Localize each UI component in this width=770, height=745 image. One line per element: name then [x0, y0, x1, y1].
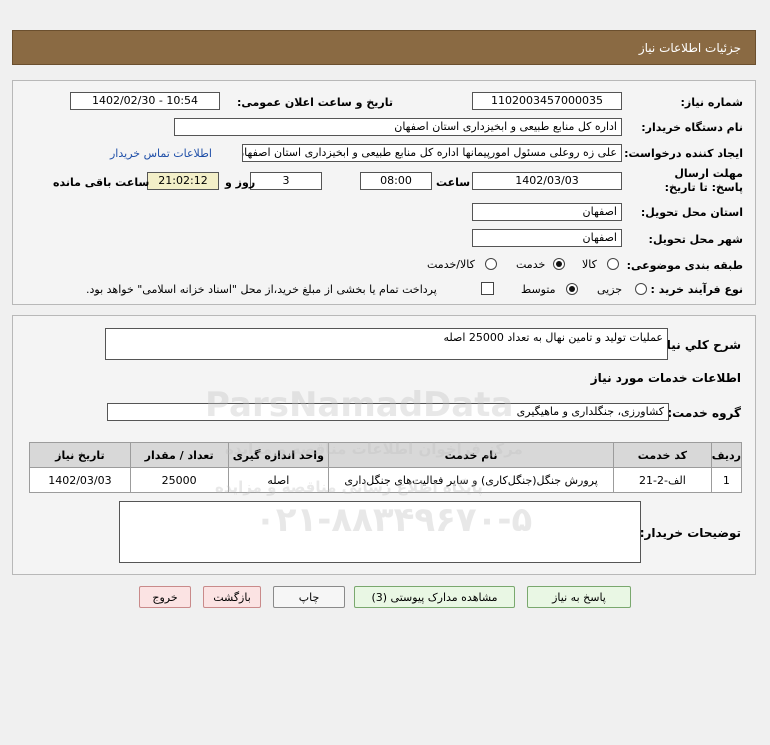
service-group-label: گروه خدمت: — [667, 406, 741, 420]
category-service-radio[interactable] — [553, 258, 565, 270]
reply-to-need-button[interactable]: پاسخ به نیاز — [527, 586, 631, 608]
col-unit: واحد اندازه گیری — [227, 442, 330, 468]
cell-quantity: 25000 — [129, 467, 229, 493]
cell-unit: اصله — [227, 467, 330, 493]
time-label: ساعت — [436, 176, 471, 189]
buyer-notes-field — [119, 501, 641, 563]
province-label: استان محل تحویل: — [640, 206, 743, 219]
remaining-time-field: 21:02:12 — [147, 172, 219, 190]
contact-info-link[interactable]: اطلاعات تماس خریدار — [110, 147, 212, 160]
col-row-number: ردیف — [710, 442, 743, 468]
service-details-panel: شرح کلي نياز: عملیات تولید و تامین نهال … — [12, 315, 756, 575]
process-minor-radio[interactable] — [635, 283, 647, 295]
table-row: 1 الف-2-21 پرورش جنگل(جنگل‌کاری) و سایر … — [29, 467, 743, 493]
deadline-time-field: 08:00 — [360, 172, 432, 190]
city-field: اصفهان — [472, 229, 622, 247]
col-need-date: تاریخ نیاز — [29, 442, 131, 468]
announce-datetime-field: 1402/02/30 - 10:54 — [70, 92, 220, 110]
table-header-row: ردیف کد خدمت نام خدمت واحد اندازه گیری ت… — [29, 442, 743, 468]
process-type-label: نوع فرآیند خرید : — [650, 283, 743, 296]
buyer-notes-label: توضیحات خریدار: — [639, 526, 741, 540]
need-info-panel: شماره نیاز: 1102003457000035 تاریخ و ساع… — [12, 80, 756, 305]
requester-field: علی زه روعلی مسئول امورپیمانها اداره کل … — [242, 144, 622, 162]
view-attachments-button[interactable]: مشاهده مدارک پیوستی (3) — [354, 586, 515, 608]
need-number-field: 1102003457000035 — [472, 92, 622, 110]
category-label: طبقه بندی موضوعی: — [626, 259, 743, 272]
exit-button[interactable]: خروج — [139, 586, 191, 608]
category-goods-service-label: کالا/خدمت — [427, 258, 475, 271]
service-group-field: کشاورزی، جنگلداری و ماهیگیری — [107, 403, 669, 421]
province-field: اصفهان — [472, 203, 622, 221]
city-label: شهر محل تحویل: — [648, 233, 743, 246]
days-field: 3 — [250, 172, 322, 190]
treasury-payment-checkbox[interactable] — [481, 282, 494, 295]
remaining-label: ساعت باقی مانده — [53, 176, 150, 189]
col-service-name: نام خدمت — [328, 442, 615, 468]
process-minor-label: جزیی — [597, 283, 623, 296]
buyer-org-field: اداره کل منابع طبیعی و ابخیزداری استان ا… — [174, 118, 622, 136]
deadline-date-field: 1402/03/03 — [472, 172, 622, 190]
cell-service-code: الف-2-21 — [613, 467, 712, 493]
services-info-heading: اطلاعات خدمات مورد نیاز — [590, 371, 741, 385]
services-table: ردیف کد خدمت نام خدمت واحد اندازه گیری ت… — [29, 442, 743, 493]
day-and-label: روز و — [225, 176, 256, 189]
back-button[interactable]: بازگشت — [203, 586, 261, 608]
process-medium-label: متوسط — [521, 283, 556, 296]
cell-service-name: پرورش جنگل(جنگل‌کاری) و سایر فعالیت‌های … — [328, 467, 615, 493]
print-button[interactable]: چاپ — [273, 586, 345, 608]
requester-label: ایجاد کننده درخواست: — [624, 147, 743, 160]
category-goods-label: کالا — [582, 258, 597, 271]
process-medium-radio[interactable] — [566, 283, 578, 295]
cell-need-date: 1402/03/03 — [29, 467, 131, 493]
treasury-payment-note: پرداخت تمام یا بخشی از مبلغ خرید،از محل … — [86, 283, 437, 296]
category-service-label: خدمت — [516, 258, 546, 271]
need-number-label: شماره نیاز: — [680, 96, 743, 109]
announce-datetime-label: تاریخ و ساعت اعلان عمومی: — [236, 96, 393, 109]
category-goods-service-radio[interactable] — [485, 258, 497, 270]
page-header: جزئیات اطلاعات نیاز — [12, 30, 756, 65]
cell-row-number: 1 — [710, 467, 743, 493]
col-quantity: تعداد / مقدار — [129, 442, 229, 468]
col-service-code: کد خدمت — [613, 442, 712, 468]
buyer-org-label: نام دستگاه خریدار: — [641, 121, 743, 134]
category-goods-radio[interactable] — [607, 258, 619, 270]
deadline-label: مهلت ارسال پاسخ: تا تاریخ: — [664, 167, 743, 194]
page-title: جزئیات اطلاعات نیاز — [638, 41, 741, 55]
general-desc-field: عملیات تولید و تامین نهال به تعداد 25000… — [105, 328, 668, 360]
